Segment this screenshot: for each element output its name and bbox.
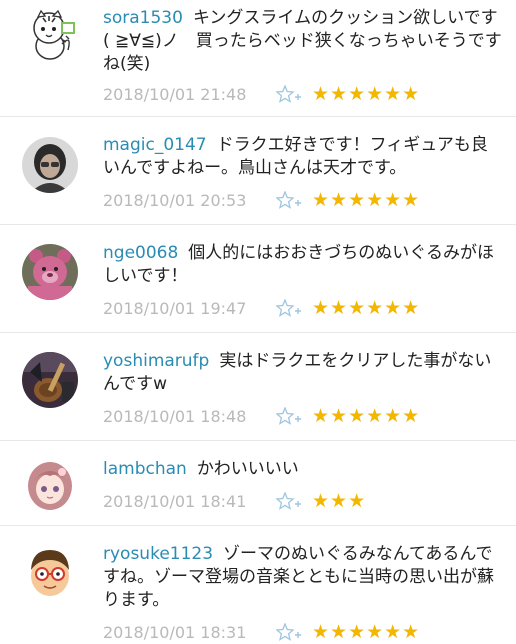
comment-text: lambchan かわいいいい <box>103 458 503 481</box>
star-rating: ★★★★★★ <box>312 83 421 105</box>
comment-text: magic_0147 ドラクエ好きです！フィギュアも良いんですよねー。鳥山さんは天… <box>103 134 503 180</box>
star-rating: ★★★ <box>312 490 367 512</box>
username-link[interactable]: lambchan <box>103 459 187 479</box>
username-link[interactable]: nge0068 <box>103 243 178 263</box>
anime-girl-avatar-icon <box>22 458 78 514</box>
comment-text: nge0068 個人的にはおおきづちのぬいぐるみがほしいです！ <box>103 242 503 288</box>
pink-bear-avatar-icon <box>22 244 78 300</box>
star-rating: ★★★★★★ <box>312 189 421 211</box>
glasses-boy-avatar-icon <box>22 544 78 600</box>
comment-item: ryosuke1123 ゾーマのぬいぐるみなんてあるんですね。ゾーマ登場の音楽とと… <box>0 526 516 643</box>
star-rating: ★★★★★★ <box>312 405 421 427</box>
add-favorite-star-icon[interactable] <box>276 407 302 427</box>
user-avatar[interactable] <box>22 6 78 62</box>
timestamp: 2018/10/01 18:41 <box>103 492 247 511</box>
add-favorite-star-icon[interactable] <box>276 623 302 643</box>
user-avatar[interactable] <box>22 244 78 300</box>
comment-item: magic_0147 ドラクエ好きです！フィギュアも良いんですよねー。鳥山さんは天… <box>0 117 516 224</box>
guitar-photo-avatar-icon <box>22 352 78 408</box>
timestamp: 2018/10/01 20:53 <box>103 191 247 210</box>
add-favorite-star-icon[interactable] <box>276 492 302 512</box>
user-avatar[interactable] <box>22 544 78 600</box>
timestamp: 2018/10/01 18:31 <box>103 623 247 642</box>
user-avatar[interactable] <box>22 352 78 408</box>
tiger-character-avatar-icon <box>22 6 78 62</box>
comment-item: sora1530 キングスライムのクッション欲しいです( ≧∀≦)ノ 買ったらベッ… <box>0 0 516 116</box>
timestamp: 2018/10/01 19:47 <box>103 299 247 318</box>
username-link[interactable]: ryosuke1123 <box>103 544 213 564</box>
comment-body: かわいいいい <box>196 459 299 479</box>
username-link[interactable]: sora1530 <box>103 8 183 28</box>
add-favorite-star-icon[interactable] <box>276 299 302 319</box>
comment-text: sora1530 キングスライムのクッション欲しいです( ≧∀≦)ノ 買ったらベッ… <box>103 7 503 76</box>
comment-item: nge0068 個人的にはおおきづちのぬいぐるみがほしいです！ 2018/10/0… <box>0 225 516 332</box>
add-favorite-star-icon[interactable] <box>276 85 302 105</box>
star-rating: ★★★★★★ <box>312 297 421 319</box>
username-link[interactable]: magic_0147 <box>103 135 207 155</box>
timestamp: 2018/10/01 18:48 <box>103 407 247 426</box>
username-link[interactable]: yoshimarufp <box>103 351 209 371</box>
user-avatar[interactable] <box>22 137 78 193</box>
comment-text: ryosuke1123 ゾーマのぬいぐるみなんてあるんですね。ゾーマ登場の音楽とと… <box>103 543 503 612</box>
add-favorite-star-icon[interactable] <box>276 191 302 211</box>
comment-item: yoshimarufp 実はドラクエをクリアした事がないんですw 2018/10/… <box>0 333 516 440</box>
user-avatar[interactable] <box>22 458 78 514</box>
timestamp: 2018/10/01 21:48 <box>103 85 247 104</box>
comment-text: yoshimarufp 実はドラクエをクリアした事がないんですw <box>103 350 503 396</box>
person-photo-avatar-icon <box>22 137 78 193</box>
comment-item: lambchan かわいいいい 2018/10/01 18:41 ★★★ <box>0 441 516 525</box>
